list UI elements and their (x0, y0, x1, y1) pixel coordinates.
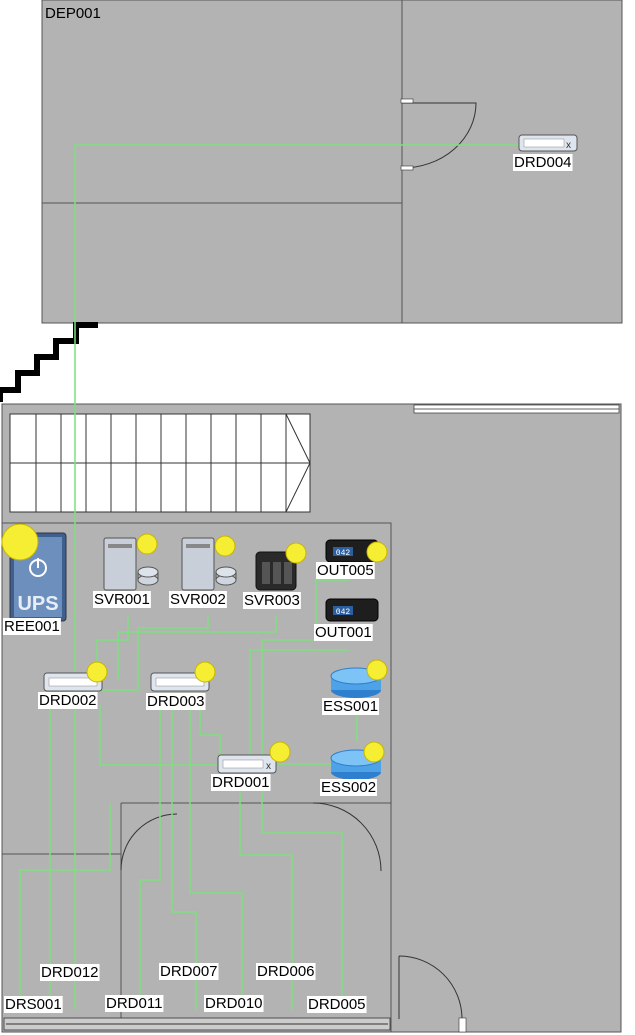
svg-text:UPS: UPS (17, 593, 58, 615)
svg-text:x: x (566, 140, 571, 151)
status-badge-icon (86, 661, 108, 683)
status-badge-icon (285, 542, 307, 564)
device-label[interactable]: DRD001 (212, 774, 270, 791)
device-label[interactable]: DRD002 (39, 692, 97, 709)
status-badge-icon (366, 541, 388, 563)
device-label[interactable]: ESS001 (323, 698, 378, 715)
status-badge-icon (269, 741, 291, 763)
status-badge-icon (1, 523, 39, 561)
device-label[interactable]: SVR002 (170, 591, 226, 608)
svg-text:042: 042 (336, 608, 351, 617)
status-badge-icon (366, 659, 388, 681)
device-label[interactable]: SVR003 (244, 592, 300, 609)
svg-text:042: 042 (336, 549, 351, 558)
endpoint-label[interactable]: DRD012 (41, 964, 99, 981)
building-label: DEP001 (45, 5, 101, 22)
device-label[interactable]: OUT001 (315, 624, 372, 641)
endpoint-label[interactable]: DRD007 (160, 963, 218, 980)
media-converter-icon[interactable]: 042 (325, 598, 379, 622)
floor-plan: DEP001 x UPS 042 042 x DRD004REE001SVR00… (0, 0, 623, 1033)
status-badge-icon (194, 661, 216, 683)
endpoint-label[interactable]: DRD005 (308, 996, 366, 1013)
patch-panel-icon[interactable]: x (217, 754, 277, 774)
endpoint-label[interactable]: DRD011 (106, 995, 162, 1012)
interior-staircase (9, 413, 311, 513)
device-label[interactable]: OUT005 (317, 562, 374, 579)
device-label[interactable]: SVR001 (94, 591, 150, 608)
device-label[interactable]: ESS002 (321, 779, 376, 796)
patch-panel-icon[interactable]: x (518, 134, 578, 152)
endpoint-label[interactable]: DRS001 (5, 996, 62, 1013)
endpoint-label[interactable]: DRD010 (205, 995, 263, 1012)
device-label[interactable]: DRD004 (514, 154, 572, 171)
endpoint-label[interactable]: DRD006 (257, 963, 315, 980)
status-badge-icon (214, 535, 236, 557)
exterior-stair (0, 322, 98, 402)
status-badge-icon (363, 741, 385, 763)
status-badge-icon (136, 533, 158, 555)
device-label[interactable]: DRD003 (147, 693, 205, 710)
device-label[interactable]: REE001 (4, 618, 60, 635)
svg-text:x: x (266, 761, 271, 772)
